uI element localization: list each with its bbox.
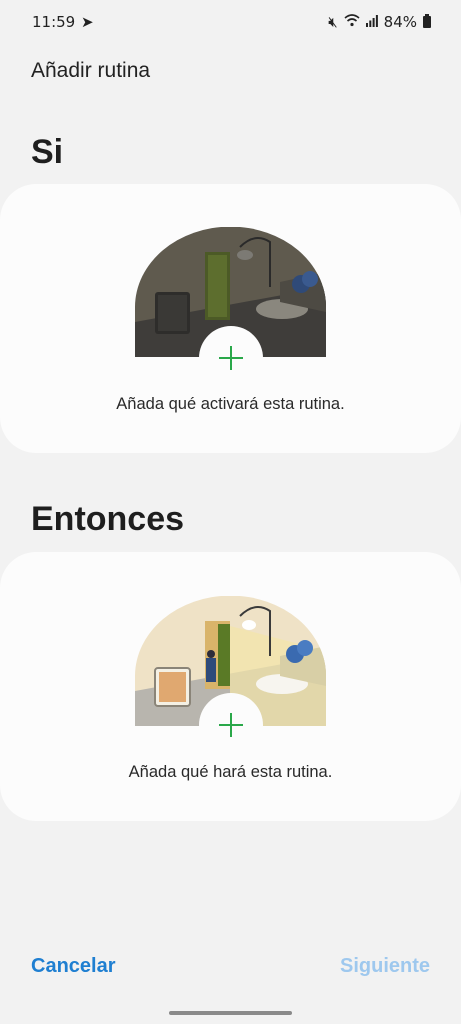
- then-hint-text: Añada qué hará esta rutina.: [128, 763, 333, 781]
- if-section-title: Si: [31, 133, 64, 171]
- status-bar: 11:59 ➤ 🔇︎ 84%: [0, 0, 461, 44]
- add-action-button[interactable]: [199, 693, 263, 757]
- if-hint-text: Añada qué activará esta rutina.: [116, 395, 345, 413]
- next-button[interactable]: Siguiente: [340, 955, 430, 978]
- add-trigger-button[interactable]: [199, 326, 263, 390]
- telegram-icon: ➤: [81, 13, 94, 31]
- battery-icon: [423, 14, 431, 28]
- wifi-icon: [344, 13, 360, 31]
- then-card[interactable]: Añada qué hará esta rutina.: [0, 552, 461, 821]
- page-title: Añadir rutina: [31, 59, 151, 82]
- mute-icon: 🔇︎: [328, 13, 338, 31]
- battery-text: 84%: [383, 13, 417, 31]
- if-card[interactable]: Añada qué activará esta rutina.: [0, 184, 461, 453]
- status-time: 11:59: [32, 13, 76, 31]
- then-section-title: Entonces: [31, 500, 185, 538]
- home-indicator[interactable]: [169, 1011, 292, 1015]
- cancel-button[interactable]: Cancelar: [31, 955, 116, 978]
- signal-icon: [365, 13, 378, 31]
- status-icons: 🔇︎ 84%: [328, 13, 431, 31]
